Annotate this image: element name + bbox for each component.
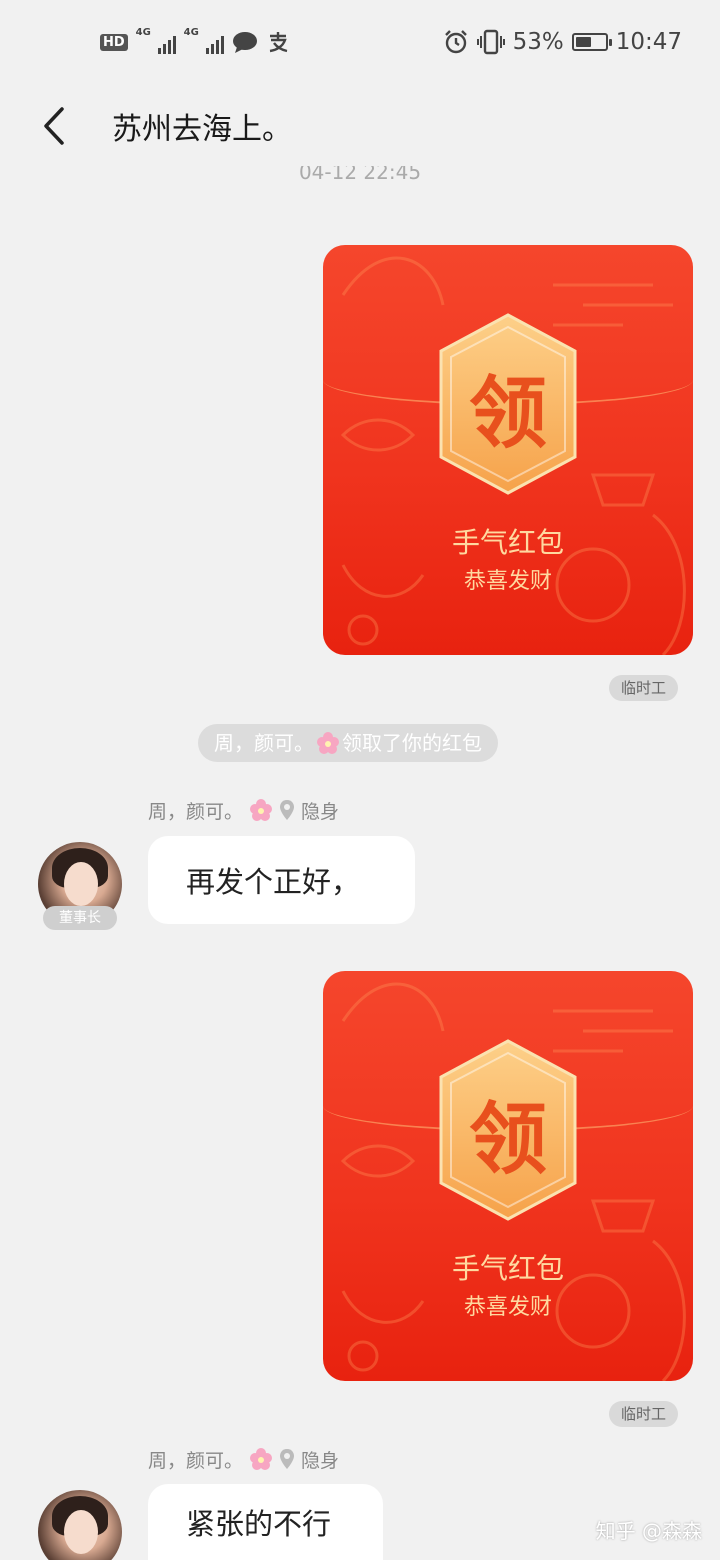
packet-subtitle: 恭喜发财 (463, 1295, 552, 1320)
packet-open-glyph: 领 (468, 368, 547, 459)
red-packet-message[interactable]: 领 手气红包 恭喜发财 (323, 971, 693, 1381)
watermark: 知乎 @森森 (595, 1519, 702, 1543)
vibrate-icon (476, 29, 505, 55)
packet-subtitle: 恭喜发财 (463, 569, 552, 594)
status-right: 53% 10:47 (443, 26, 682, 58)
sender-line: 周，颜可。 隐身 (148, 796, 339, 824)
battery-icon (571, 33, 612, 51)
sender-tag: 临时工 (609, 675, 679, 701)
hd-indicator: HD (100, 33, 128, 51)
packet-open-glyph: 领 (468, 1094, 547, 1185)
status-left: HD 4G 4G (100, 26, 290, 58)
alipay-icon (269, 32, 287, 53)
open-packet-button[interactable]: 领 (437, 1039, 579, 1221)
cherry-blossom-icon (317, 732, 339, 754)
location-pin-icon (280, 1449, 295, 1469)
notice-text: 领取了你的红包 (342, 731, 482, 755)
chat-header: 苏州去海上。 (0, 84, 720, 170)
signal-sim2-icon: 4G (184, 27, 224, 54)
system-notice: 周，颜可。 领取了你的红包 (198, 724, 498, 762)
avatar (38, 1490, 122, 1560)
clock: 10:47 (615, 29, 682, 55)
message-timestamp: 04-12 22:45 (298, 166, 422, 184)
packet-title: 手气红包 (451, 526, 564, 559)
sender-line: 周，颜可。 隐身 (148, 1445, 339, 1473)
message-text: 紧张的不行 (186, 1507, 332, 1541)
status-bar: HD 4G 4G 53% 10:47 (0, 0, 720, 84)
sender-tag: 临时工 (609, 1401, 679, 1427)
chat-title: 苏州去海上。 (112, 112, 292, 147)
alarm-icon (444, 30, 467, 54)
message-bubble[interactable]: 紧张的不行 (148, 1484, 383, 1560)
cherry-blossom-icon (250, 799, 273, 821)
cherry-blossom-icon (250, 1448, 273, 1470)
sender-name: 周，颜可。 (148, 800, 244, 823)
open-packet-button[interactable]: 领 (437, 313, 579, 495)
chat-bubble-icon (232, 32, 257, 53)
chevron-left-icon[interactable] (38, 106, 74, 146)
packet-title: 手气红包 (451, 1252, 564, 1285)
role-badge: 董事长 (43, 906, 117, 930)
signal-sim1-icon: 4G (136, 27, 176, 54)
sender-status: 隐身 (301, 1449, 340, 1472)
message-text: 再发个正好， (186, 865, 361, 899)
sender-name: 周，颜可。 (148, 1449, 244, 1472)
battery-percent: 53% (512, 29, 564, 55)
notice-name: 周，颜可。 (214, 731, 314, 755)
location-pin-icon (280, 800, 295, 820)
sender-status: 隐身 (301, 800, 340, 823)
sender-avatar[interactable] (38, 1490, 122, 1560)
red-packet-message[interactable]: 领 手气红包 恭喜发财 (323, 245, 693, 655)
sender-avatar[interactable]: 董事长 (38, 842, 122, 930)
message-bubble[interactable]: 再发个正好， (148, 836, 415, 924)
